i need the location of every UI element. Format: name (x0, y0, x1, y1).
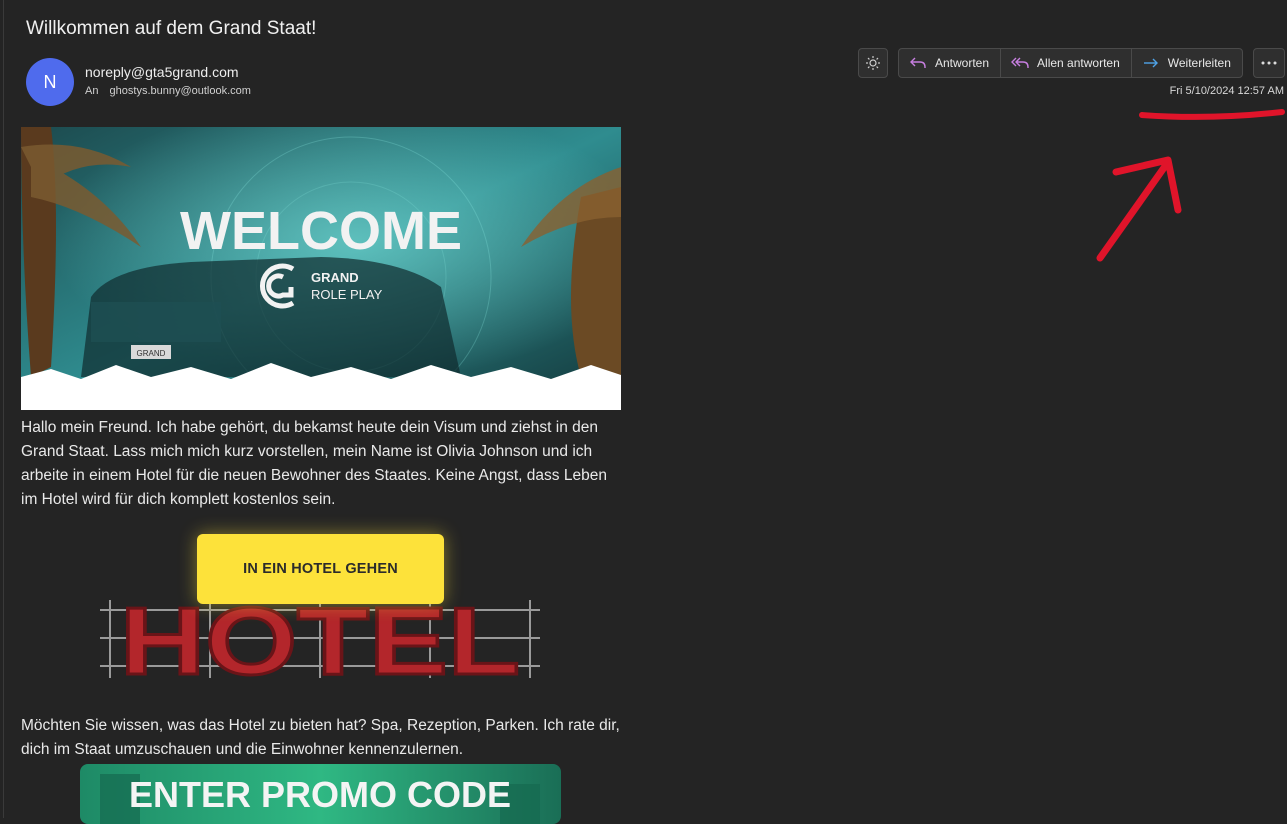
annotation-arrow (1096, 156, 1182, 262)
hotel-sign-image: HOTEL (100, 590, 540, 685)
sender-address[interactable]: noreply@gta5grand.com (85, 64, 239, 80)
recipient-address[interactable]: ghostys.bunny@outlook.com (110, 85, 251, 97)
email-date: Fri 5/10/2024 12:57 AM (1169, 85, 1284, 97)
more-actions-button[interactable] (1253, 48, 1285, 78)
annotation-underline (1139, 109, 1285, 120)
hero-brand-line2: ROLE PLAY (311, 287, 383, 302)
plate-text: GRAND (137, 349, 166, 358)
reply-label: Antworten (935, 56, 990, 70)
hero-brand-line1: GRAND (311, 270, 359, 285)
email-paragraph-hotel: Möchten Sie wissen, was das Hotel zu bie… (21, 717, 620, 758)
recipient-line: An ghostys.bunny@outlook.com (85, 85, 251, 97)
reply-all-button[interactable]: Allen antworten (1001, 49, 1132, 77)
red-annotation-marks (1096, 109, 1285, 262)
reply-all-icon (1011, 57, 1029, 68)
theme-toggle-button[interactable] (858, 48, 888, 78)
pane-divider (3, 0, 4, 818)
reply-icon (910, 57, 926, 68)
promo-banner: ENTER PROMO CODE (80, 764, 561, 824)
sender-avatar[interactable]: N (26, 58, 74, 106)
ellipsis-icon (1261, 61, 1277, 65)
reply-button[interactable]: Antworten (899, 49, 1002, 77)
message-actions: Antworten Allen antworten Weiterleiten (898, 48, 1243, 78)
forward-button[interactable]: Weiterleiten (1132, 49, 1242, 77)
forward-icon (1143, 58, 1158, 68)
recipient-label: An (85, 85, 99, 97)
hero-title: WELCOME (180, 201, 462, 261)
sun-icon (866, 56, 880, 70)
email-paragraph-intro: Hallo mein Freund. Ich habe gehört, du b… (21, 419, 607, 508)
email-subject: Willkommen auf dem Grand Staat! (26, 18, 317, 39)
welcome-banner: GRAND WELCOME GRAND ROLE PLAY (21, 127, 621, 410)
hotel-sign-text: HOTEL (120, 590, 520, 685)
promo-title: ENTER PROMO CODE (129, 774, 511, 815)
hotel-cta-button[interactable]: IN EIN HOTEL GEHEN (197, 534, 444, 604)
forward-label: Weiterleiten (1167, 56, 1231, 70)
reply-all-label: Allen antworten (1037, 56, 1120, 70)
